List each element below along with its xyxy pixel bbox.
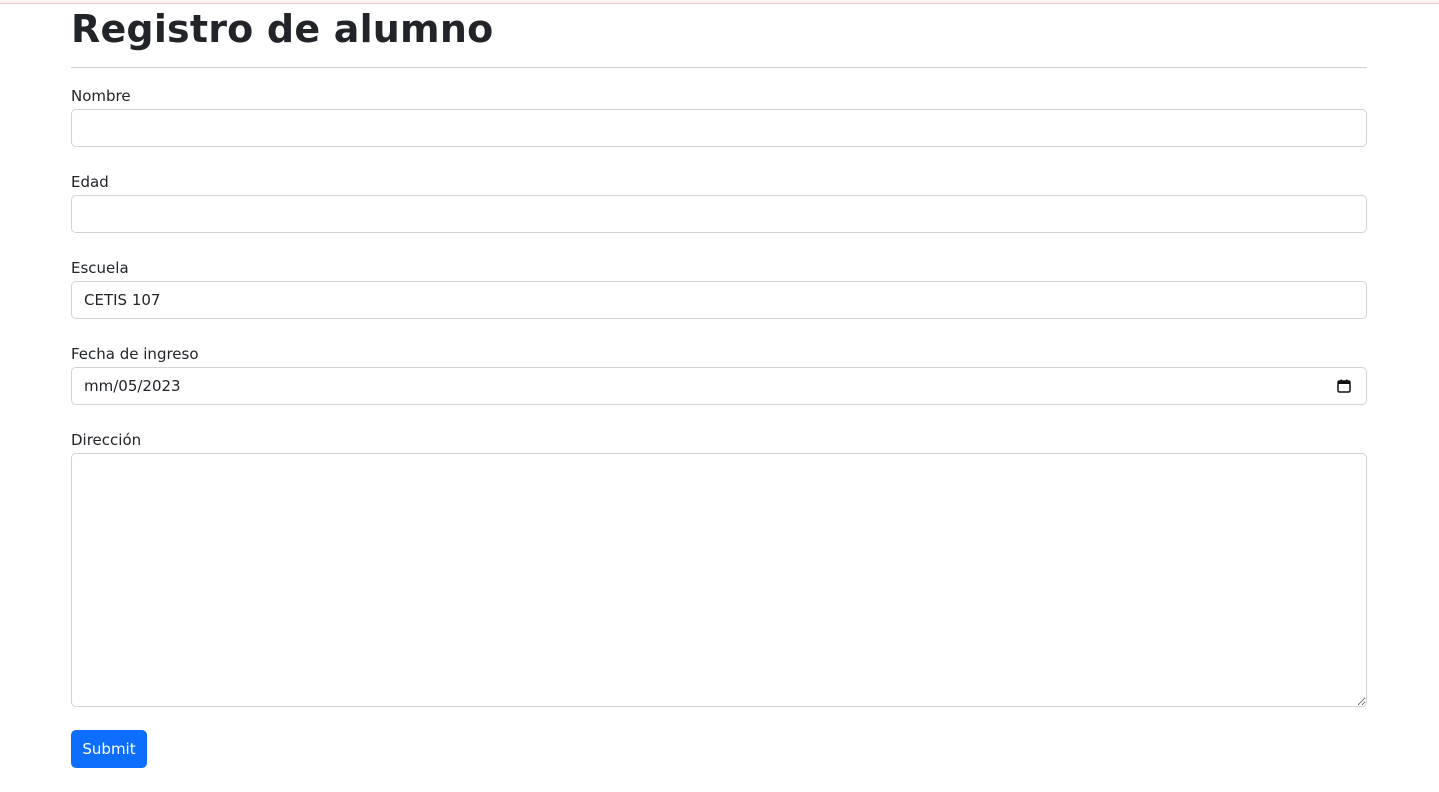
top-border-line: [0, 0, 1439, 4]
field-edad: Edad: [71, 173, 1367, 233]
edad-input[interactable]: [71, 195, 1367, 233]
title-divider: [71, 67, 1367, 68]
nombre-label: Nombre: [71, 87, 131, 105]
edad-label: Edad: [71, 173, 109, 191]
fecha-ingreso-label: Fecha de ingreso: [71, 345, 199, 363]
fecha-ingreso-value: mm/05/2023: [84, 377, 181, 395]
escuela-label: Escuela: [71, 259, 129, 277]
escuela-input[interactable]: [71, 281, 1367, 319]
nombre-input[interactable]: [71, 109, 1367, 147]
fecha-ingreso-input[interactable]: mm/05/2023: [71, 367, 1367, 405]
calendar-icon[interactable]: [1337, 379, 1351, 393]
field-nombre: Nombre: [71, 87, 1367, 147]
page-title: Registro de alumno: [71, 7, 494, 51]
direccion-label: Dirección: [71, 431, 142, 449]
field-escuela: Escuela: [71, 259, 1367, 319]
field-direccion: Dirección: [71, 431, 1367, 707]
field-fecha-ingreso: Fecha de ingreso mm/05/2023: [71, 345, 1367, 405]
direccion-textarea[interactable]: [71, 453, 1367, 707]
submit-button[interactable]: Submit: [71, 730, 147, 768]
